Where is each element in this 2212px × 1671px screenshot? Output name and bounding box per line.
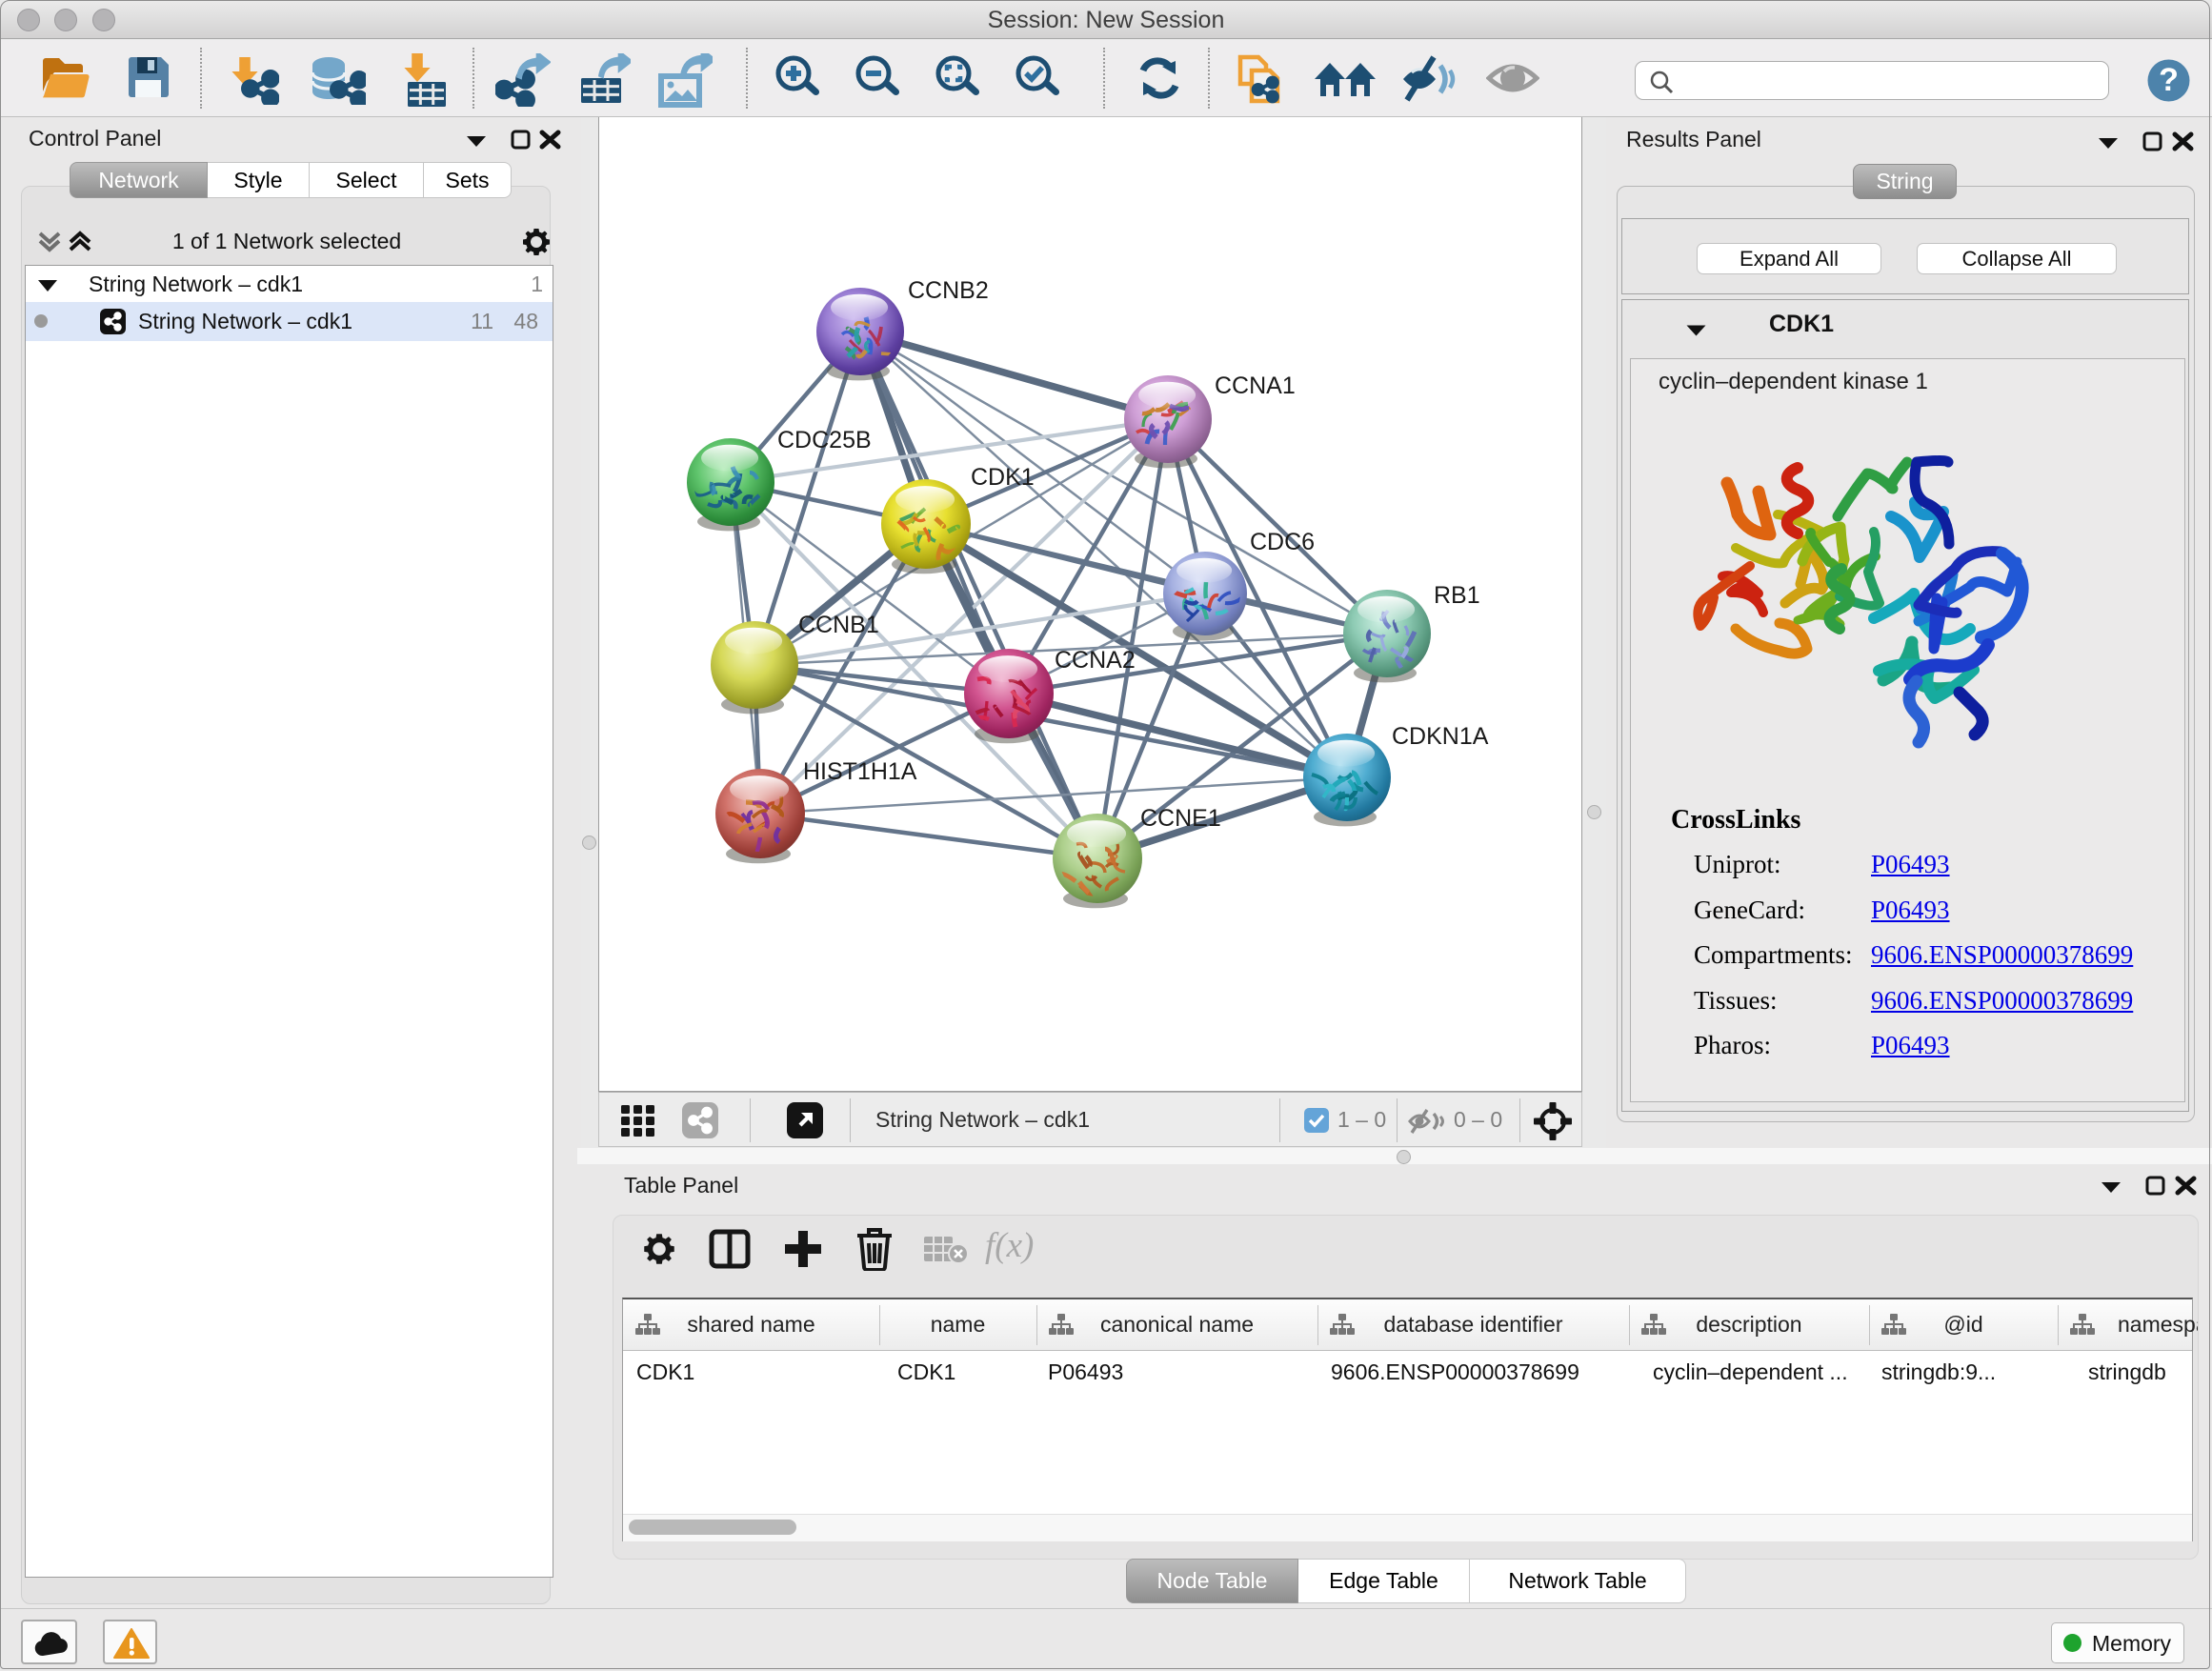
svg-text:CDK1: CDK1 [971,464,1035,491]
svg-text:CDKN1A: CDKN1A [1392,723,1489,750]
svg-text:CCNA1: CCNA1 [1215,372,1296,399]
svg-text:CCNB1: CCNB1 [798,612,879,638]
svg-text:CDC25B: CDC25B [777,427,872,453]
svg-text:?: ? [2159,62,2179,98]
svg-text:CCNA2: CCNA2 [1055,647,1136,674]
svg-text:CCNB2: CCNB2 [908,277,989,304]
svg-text:CDC6: CDC6 [1250,529,1315,555]
svg-text:HIST1H1A: HIST1H1A [803,758,917,785]
svg-text:CCNE1: CCNE1 [1140,805,1221,832]
svg-text:RB1: RB1 [1434,582,1480,609]
